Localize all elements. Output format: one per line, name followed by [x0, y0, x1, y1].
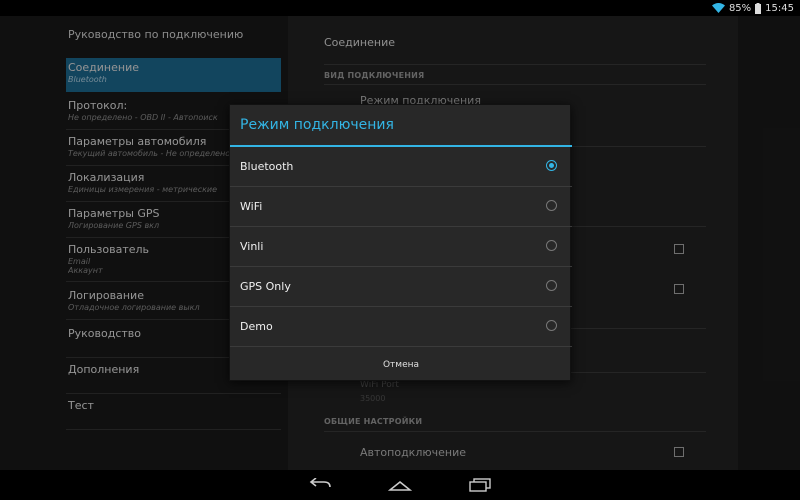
option-vinli[interactable]: Vinli — [230, 227, 572, 267]
option-wifi[interactable]: WiFi — [230, 187, 572, 227]
system-navigation-bar — [0, 470, 800, 500]
option-label: WiFi — [240, 200, 263, 213]
option-bluetooth[interactable]: Bluetooth — [230, 147, 572, 187]
battery-percent: 85% — [728, 2, 752, 14]
option-demo[interactable]: Demo — [230, 307, 572, 347]
option-label: Vinli — [240, 240, 264, 253]
wifi-icon — [711, 3, 725, 13]
battery-icon — [755, 2, 762, 14]
option-label: Bluetooth — [240, 160, 294, 173]
option-label: GPS Only — [240, 280, 291, 293]
dialog-title: Режим подключения — [240, 117, 394, 133]
clock: 15:45 — [765, 2, 794, 14]
recent-apps-icon[interactable] — [468, 477, 492, 496]
option-gps-only[interactable]: GPS Only — [230, 267, 572, 307]
radio-icon[interactable] — [546, 320, 557, 331]
radio-icon[interactable] — [546, 280, 557, 291]
radio-icon[interactable] — [546, 240, 557, 251]
radio-icon[interactable] — [546, 200, 557, 211]
status-indicators: 85% 15:45 — [711, 1, 794, 15]
radio-selected-icon[interactable] — [546, 160, 557, 171]
cancel-button[interactable]: Отмена — [230, 349, 572, 381]
home-icon[interactable] — [387, 477, 413, 496]
status-bar: 85% 15:45 — [0, 0, 800, 16]
connection-mode-dialog: Режим подключения Bluetooth WiFi Vinli G… — [229, 104, 572, 381]
option-label: Demo — [240, 320, 273, 333]
back-icon[interactable] — [308, 477, 332, 496]
